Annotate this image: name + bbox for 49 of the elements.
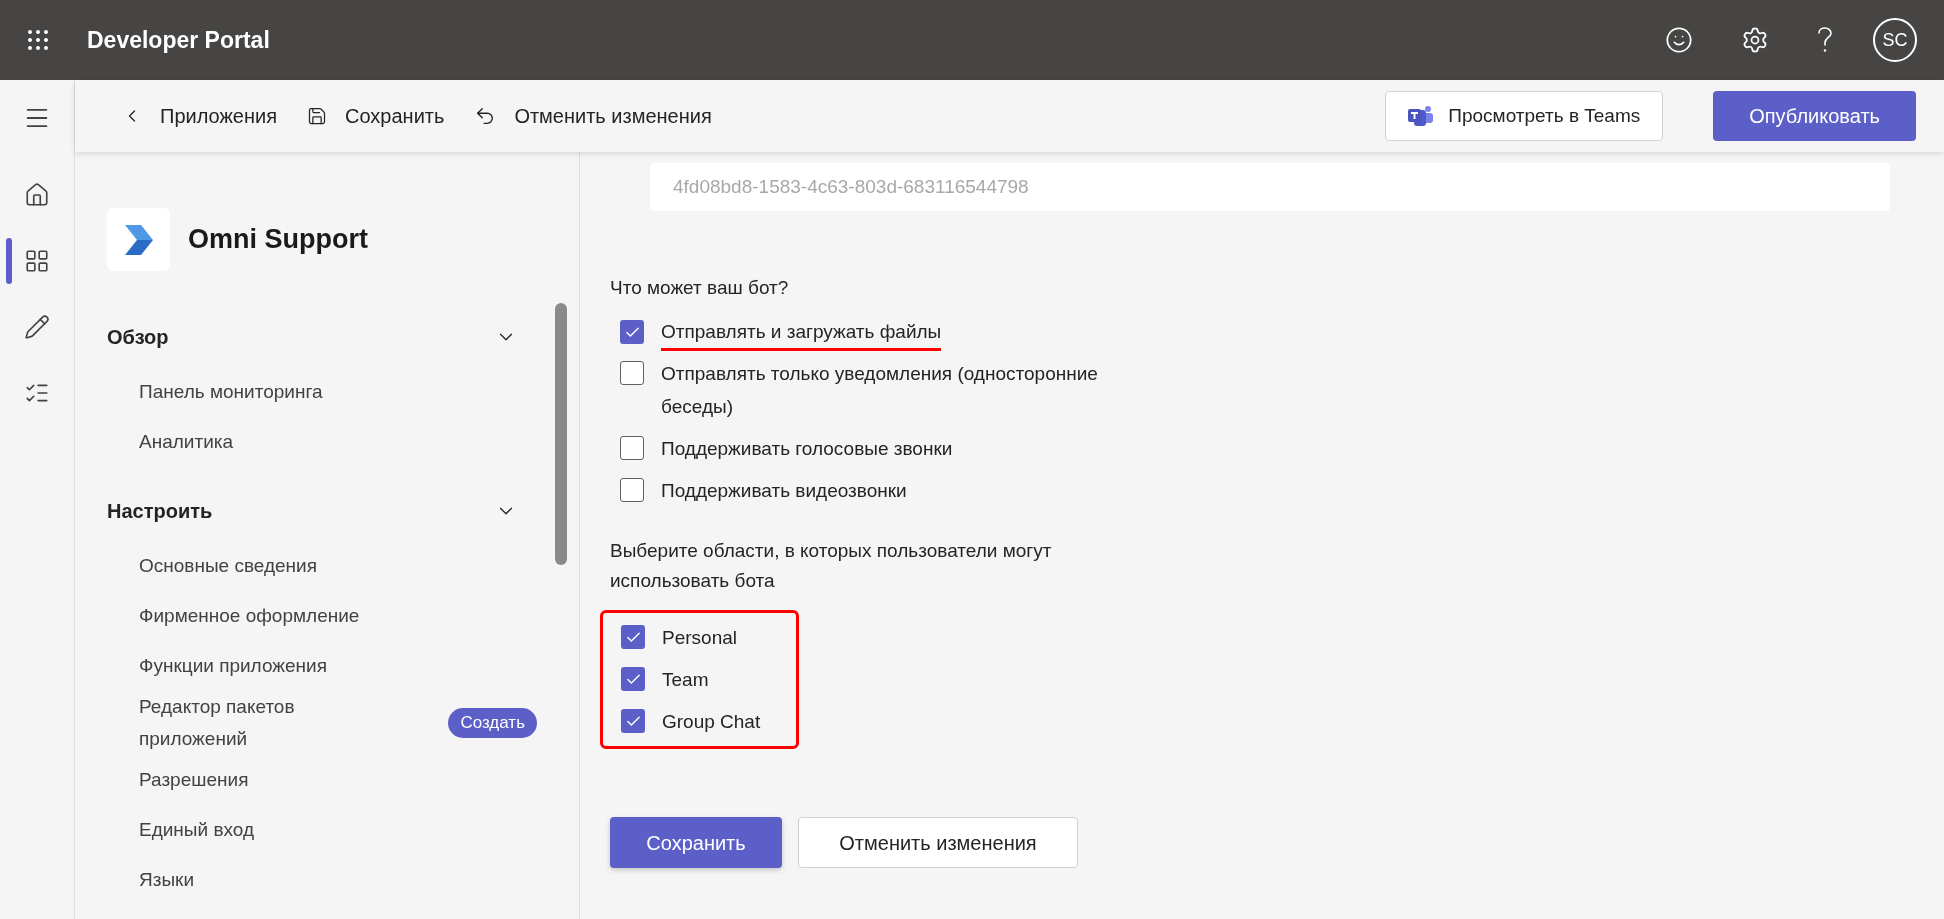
- checkbox-label: Отправлять и загружать файлы: [661, 318, 942, 351]
- checkbox[interactable]: [620, 478, 644, 502]
- section-header[interactable]: Обзор: [107, 307, 517, 367]
- smiley-icon[interactable]: [1665, 26, 1693, 54]
- nav-link[interactable]: Фирменное оформление: [139, 600, 360, 632]
- avatar[interactable]: SC: [1873, 18, 1917, 62]
- publish-button[interactable]: Опубликовать: [1713, 91, 1916, 141]
- home-icon[interactable]: [24, 182, 50, 208]
- group-label: Выберите области, в которых пользователи могут использовать бота: [610, 539, 1053, 593]
- field-value: 4fd08bd8-1583-4c63-803d-683116544798: [673, 174, 1029, 199]
- undo-toolbar-button[interactable]: Отменить изменения: [474, 101, 712, 131]
- teams-icon: [1408, 104, 1435, 128]
- group-label: Что может ваш бот?: [610, 276, 790, 300]
- checkbox[interactable]: [621, 709, 645, 733]
- section-header[interactable]: Настроить: [107, 481, 517, 541]
- back-link[interactable]: Приложения: [122, 101, 277, 131]
- checkbox-label: Отправлять только уведомления (односторонние беседы): [661, 362, 1099, 419]
- cancel-button[interactable]: Отменить изменения: [798, 817, 1078, 868]
- nav-link[interactable]: Разрешения: [139, 764, 249, 796]
- checkbox-label: Team: [662, 668, 709, 692]
- checkbox[interactable]: [620, 436, 644, 460]
- app-launcher-icon[interactable]: [27, 29, 49, 51]
- pencil-icon[interactable]: [24, 314, 50, 340]
- checkbox[interactable]: [621, 667, 645, 691]
- settings-icon[interactable]: [1741, 26, 1769, 54]
- save-toolbar-button[interactable]: Сохранить: [307, 101, 445, 131]
- grid-icon[interactable]: [24, 248, 50, 274]
- checkbox[interactable]: [620, 361, 644, 385]
- nav-link[interactable]: Функции приложения: [139, 650, 327, 682]
- scrollbar[interactable]: [555, 303, 567, 565]
- checkbox[interactable]: [620, 320, 644, 344]
- checkbox-label: Поддерживать видеозвонки: [661, 479, 907, 503]
- checkbox-label: Group Chat: [662, 710, 761, 734]
- create-badge[interactable]: Создать: [448, 708, 537, 738]
- save-button[interactable]: Сохранить: [610, 817, 782, 868]
- app-title: Developer Portal: [87, 25, 270, 55]
- nav-link[interactable]: Основные сведения: [139, 550, 317, 582]
- nav-link[interactable]: Языки: [139, 864, 194, 896]
- app-name: Omni Support: [188, 223, 368, 257]
- nav-link[interactable]: Аналитика: [139, 426, 234, 458]
- nav-link[interactable]: Единый вход: [139, 814, 255, 846]
- nav-link[interactable]: Панель мониторинга: [139, 376, 323, 408]
- app-logo: [107, 208, 170, 271]
- checkbox-label: Personal: [662, 626, 737, 650]
- checkbox[interactable]: [621, 625, 645, 649]
- preview-in-teams-button[interactable]: Просмотреть в Teams: [1385, 91, 1664, 141]
- help-icon[interactable]: [1817, 27, 1833, 53]
- checkbox-label: Поддерживать голосовые звонки: [661, 437, 953, 461]
- nav-link[interactable]: Редактор пакетов приложений: [139, 691, 399, 755]
